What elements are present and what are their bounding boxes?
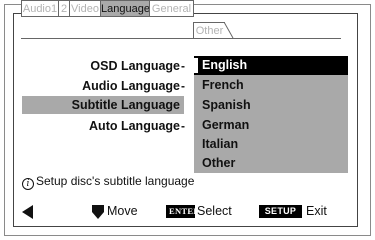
- tab-general[interactable]: General: [149, 0, 194, 17]
- option-german[interactable]: German: [202, 116, 342, 135]
- tab-audio1[interactable]: Audio1: [21, 0, 59, 17]
- select-label: Select: [197, 204, 232, 218]
- option-french[interactable]: French: [202, 76, 342, 95]
- key-guide: Move ENTER Select SETUP Exit: [0, 201, 375, 221]
- setting-osd-language[interactable]: OSD Language: [22, 57, 180, 75]
- setting-audio-language[interactable]: Audio Language: [22, 77, 180, 95]
- enter-key-icon: ENTER: [166, 205, 199, 218]
- setting-dash: -: [181, 79, 185, 93]
- setting-subtitle-language[interactable]: Subtitle Language: [22, 96, 184, 114]
- setting-dash: -: [181, 59, 185, 73]
- option-label: English: [202, 58, 248, 72]
- tab-video[interactable]: Video: [69, 0, 101, 17]
- option-italian[interactable]: Italian: [202, 135, 342, 154]
- tab-divider: [21, 38, 341, 39]
- down-arrow-icon: [92, 205, 104, 219]
- tab-edge: [224, 22, 234, 39]
- tab-other[interactable]: Other: [193, 22, 225, 39]
- setting-dash: -: [181, 119, 185, 133]
- setup-key-icon: SETUP: [259, 205, 302, 218]
- tab-language[interactable]: Language: [100, 0, 150, 17]
- setting-auto-language[interactable]: Auto Language: [22, 117, 180, 135]
- option-spanish[interactable]: Spanish: [202, 96, 342, 115]
- language-options-list: English French Spanish German Italian Ot…: [194, 56, 348, 173]
- option-other[interactable]: Other: [202, 154, 342, 173]
- option-english[interactable]: English: [194, 56, 348, 75]
- exit-label: Exit: [306, 204, 327, 218]
- selection-cursor: [194, 58, 198, 73]
- info-icon: i: [22, 178, 34, 190]
- left-arrow-icon: [22, 205, 33, 219]
- move-label: Move: [107, 204, 138, 218]
- help-line: i Setup disc's subtitle language: [22, 173, 195, 190]
- help-text: Setup disc's subtitle language: [36, 174, 195, 188]
